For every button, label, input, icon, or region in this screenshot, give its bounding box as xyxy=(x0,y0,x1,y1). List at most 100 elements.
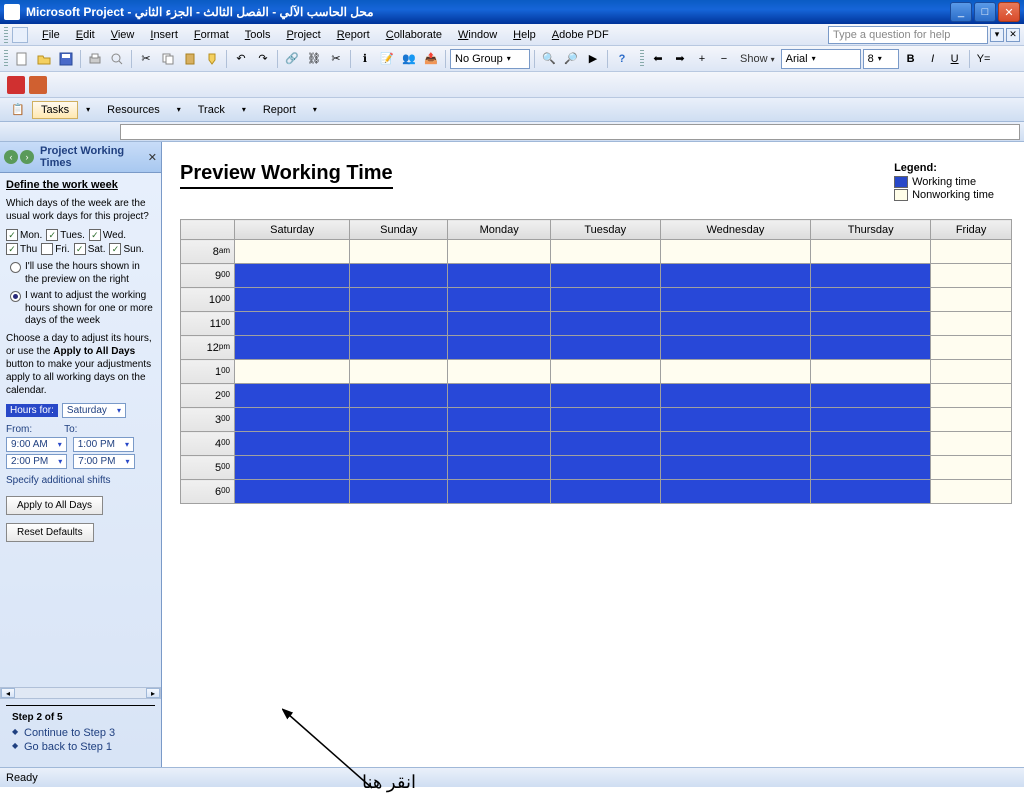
show-subtasks-button[interactable]: + xyxy=(692,49,712,69)
day-label: Tues. xyxy=(60,230,85,241)
goto-button[interactable]: ▶ xyxy=(583,49,603,69)
hide-subtasks-button[interactable]: − xyxy=(714,49,734,69)
group-combo[interactable]: No Group▾ xyxy=(450,49,530,69)
resources-dropdown[interactable]: ▾ xyxy=(173,105,185,114)
apply-all-days-button[interactable]: Apply to All Days xyxy=(6,496,103,515)
publish-button[interactable]: 📤 xyxy=(421,49,441,69)
open-button[interactable] xyxy=(34,49,54,69)
project-guide-pane: ‹ › Project Working Times ✕ Define the w… xyxy=(0,142,162,767)
tasks-guide-button[interactable]: Tasks xyxy=(32,101,78,119)
reset-defaults-button[interactable]: Reset Defaults xyxy=(6,523,94,542)
menu-file[interactable]: File xyxy=(34,27,68,43)
indent-button[interactable]: ➡ xyxy=(670,49,690,69)
assign-button[interactable]: 👥 xyxy=(399,49,419,69)
calendar-cell xyxy=(811,336,931,360)
tasks-dropdown[interactable]: ▾ xyxy=(82,105,94,114)
info-button[interactable]: ℹ xyxy=(355,49,375,69)
bold-button[interactable]: B xyxy=(901,49,921,69)
redo-button[interactable]: ↷ xyxy=(253,49,273,69)
forward-icon[interactable]: › xyxy=(20,150,34,164)
menu-help[interactable]: Help xyxy=(505,27,544,43)
day-checkbox-tues[interactable]: ✓ xyxy=(46,229,58,241)
cut-button[interactable]: ✂ xyxy=(136,49,156,69)
maximize-button[interactable]: □ xyxy=(974,2,996,22)
day-checkbox-thu[interactable]: ✓ xyxy=(6,243,18,255)
track-guide-button[interactable]: Track xyxy=(189,101,234,119)
zoom-out-button[interactable]: 🔍 xyxy=(539,49,559,69)
track-dropdown[interactable]: ▾ xyxy=(238,105,250,114)
time-cell: 300 xyxy=(181,408,235,432)
pane-hscrollbar[interactable]: ◂ ▸ xyxy=(0,687,161,699)
goback-link[interactable]: Go back to Step 1 xyxy=(12,741,149,753)
from2-select[interactable]: 2:00 PM▾ xyxy=(6,454,67,469)
guide-toggle-button[interactable]: 📋 xyxy=(8,100,28,120)
split-button[interactable]: ✂ xyxy=(326,49,346,69)
minimize-button[interactable]: _ xyxy=(950,2,972,22)
from1-select[interactable]: 9:00 AM▾ xyxy=(6,437,67,452)
day-checkbox-fri[interactable] xyxy=(41,243,53,255)
menu-insert[interactable]: Insert xyxy=(142,27,186,43)
use-preview-hours-radio[interactable] xyxy=(10,262,21,273)
continue-link[interactable]: Continue to Step 3 xyxy=(12,727,149,739)
font-size-combo[interactable]: 8▾ xyxy=(863,49,899,69)
day-checkbox-mon[interactable]: ✓ xyxy=(6,229,18,241)
calendar-cell xyxy=(931,312,1012,336)
font-combo[interactable]: Arial▾ xyxy=(781,49,861,69)
format-painter-button[interactable] xyxy=(202,49,222,69)
paste-button[interactable] xyxy=(180,49,200,69)
outdent-button[interactable]: ⬅ xyxy=(648,49,668,69)
question-text: Which days of the week are the usual wor… xyxy=(6,197,155,223)
report-dropdown[interactable]: ▾ xyxy=(309,105,321,114)
preview-title: Preview Working Time xyxy=(180,162,393,189)
instructions-text: Choose a day to adjust its hours, or use… xyxy=(6,332,155,397)
report-guide-button[interactable]: Report xyxy=(254,101,305,119)
pdf-email-button[interactable] xyxy=(28,75,48,95)
undo-button[interactable]: ↶ xyxy=(231,49,251,69)
menu-view[interactable]: View xyxy=(103,27,143,43)
copy-button[interactable] xyxy=(158,49,178,69)
toolbar-options-button[interactable]: ▾ xyxy=(990,28,1004,42)
resources-guide-button[interactable]: Resources xyxy=(98,101,169,119)
menu-report[interactable]: Report xyxy=(329,27,378,43)
menu-format[interactable]: Format xyxy=(186,27,237,43)
zoom-in-button[interactable]: 🔎 xyxy=(561,49,581,69)
filter-button[interactable]: Y= xyxy=(974,49,994,69)
adjust-hours-radio[interactable] xyxy=(10,291,21,302)
menu-tools[interactable]: Tools xyxy=(237,27,279,43)
help-search-input[interactable]: Type a question for help xyxy=(828,26,988,44)
entry-field[interactable] xyxy=(120,124,1020,140)
print-button[interactable] xyxy=(85,49,105,69)
menu-edit[interactable]: Edit xyxy=(68,27,103,43)
calendar-cell xyxy=(660,240,811,264)
hours-for-select[interactable]: Saturday▾ xyxy=(62,403,126,418)
link-button[interactable]: 🔗 xyxy=(282,49,302,69)
to1-select[interactable]: 1:00 PM▾ xyxy=(73,437,134,452)
specify-shifts-link[interactable]: Specify additional shifts xyxy=(6,475,155,486)
menu-project[interactable]: Project xyxy=(278,27,328,43)
italic-button[interactable]: I xyxy=(923,49,943,69)
pane-close-button[interactable]: ✕ xyxy=(148,151,157,164)
pdf-convert-button[interactable] xyxy=(6,75,26,95)
day-checkbox-wed[interactable]: ✓ xyxy=(89,229,101,241)
time-cell: 12pm xyxy=(181,336,235,360)
menu-collaborate[interactable]: Collaborate xyxy=(378,27,450,43)
help-button[interactable]: ? xyxy=(612,49,632,69)
calendar-cell xyxy=(551,336,661,360)
scroll-right-button[interactable]: ▸ xyxy=(146,688,160,698)
save-button[interactable] xyxy=(56,49,76,69)
unlink-button[interactable]: ⛓ xyxy=(304,49,324,69)
notes-button[interactable]: 📝 xyxy=(377,49,397,69)
back-icon[interactable]: ‹ xyxy=(4,150,18,164)
scroll-left-button[interactable]: ◂ xyxy=(1,688,15,698)
close-button[interactable]: ✕ xyxy=(998,2,1020,22)
to2-select[interactable]: 7:00 PM▾ xyxy=(73,454,134,469)
new-button[interactable] xyxy=(12,49,32,69)
calendar-cell xyxy=(350,312,448,336)
day-checkbox-sat[interactable]: ✓ xyxy=(74,243,86,255)
underline-button[interactable]: U xyxy=(945,49,965,69)
menu-window[interactable]: Window xyxy=(450,27,505,43)
day-checkbox-sun[interactable]: ✓ xyxy=(109,243,121,255)
mdi-close-button[interactable]: ✕ xyxy=(1006,28,1020,42)
print-preview-button[interactable] xyxy=(107,49,127,69)
menu-adobe-pdf[interactable]: Adobe PDF xyxy=(544,27,617,43)
